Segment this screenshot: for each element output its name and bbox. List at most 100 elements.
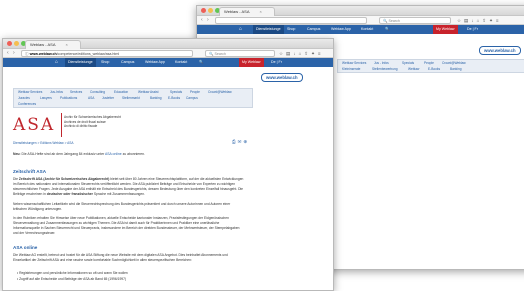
- language-switch[interactable]: De | Fr: [467, 25, 478, 34]
- address-bar: ‹ › ⓘ www.weblaw.ch/competence/editions_…: [3, 49, 333, 58]
- para1-lead: Die: [13, 177, 18, 181]
- close-tab-icon[interactable]: ×: [260, 9, 262, 14]
- logo-divider: [61, 113, 62, 137]
- search-icon[interactable]: 🔍: [385, 25, 389, 34]
- minimize-window-icon[interactable]: [208, 8, 213, 13]
- close-tab-icon[interactable]: ×: [66, 42, 68, 47]
- subnav-conferences[interactable]: Conferences: [18, 101, 36, 107]
- nav-item-dienstleistungen[interactable]: Dienstleistunge: [253, 25, 284, 34]
- subnav-ebooks[interactable]: E-Books: [428, 66, 440, 72]
- search-placeholder: Search: [388, 19, 400, 23]
- close-window-icon[interactable]: [7, 41, 12, 46]
- sub-navigation: Weblaw Services Jus - Infos Specials Peo…: [337, 59, 524, 73]
- close-window-icon[interactable]: [201, 8, 206, 13]
- my-weblaw-button[interactable]: My Weblaw: [239, 58, 264, 67]
- subnav-banking[interactable]: Banking: [450, 66, 462, 72]
- breadcrumb[interactable]: Dienstleistungen > Editions Weblaw > ASA: [13, 141, 74, 145]
- language-switch[interactable]: De | Fr: [271, 58, 282, 67]
- list-item: • Registrierungen und persönliche Inform…: [17, 271, 128, 275]
- nav-item-campus[interactable]: Campus: [121, 58, 134, 67]
- search-field[interactable]: 🔍 Search: [205, 50, 275, 57]
- url-path: /competence/editions_weblaw/asa.html: [56, 52, 120, 56]
- minimize-window-icon[interactable]: [14, 41, 19, 46]
- subnav-stellenbewerbung[interactable]: Stellenbewerbung: [372, 66, 398, 72]
- tab-title: Weblaw - ASA: [30, 42, 56, 47]
- nav-item-kontakt[interactable]: Kontakt: [361, 25, 373, 34]
- weblaw-link[interactable]: www.weblaw.ch: [261, 73, 303, 82]
- share-icon[interactable]: ⇪: [482, 17, 486, 24]
- nav-item-kontakt[interactable]: Kontakt: [175, 58, 187, 67]
- sub-navigation: Weblaw Services Jus-Infos Services Consu…: [13, 88, 253, 108]
- menu-icon[interactable]: ≡: [318, 50, 321, 57]
- mail-icon[interactable]: ✉: [238, 139, 242, 145]
- download-icon[interactable]: ↓: [293, 50, 295, 57]
- paragraph-3: In den Rubriken erhalten Sie Hinweise üb…: [13, 216, 240, 235]
- forward-icon[interactable]: ›: [207, 16, 209, 25]
- reading-list-icon[interactable]: ▤: [286, 50, 290, 57]
- print-icon[interactable]: ⎙: [232, 139, 236, 145]
- heading-zeitschrift-asa: Zeitschrift ASA: [13, 169, 47, 174]
- tab-title: Weblaw - ASA: [224, 9, 250, 14]
- download-icon[interactable]: ↓: [471, 17, 473, 24]
- title-bar[interactable]: Weblaw - ASA ×: [197, 6, 524, 16]
- extension-icon[interactable]: ✦: [311, 50, 315, 57]
- asa-logo: ASA: [13, 115, 56, 135]
- asa-online-link[interactable]: ASA online: [105, 152, 122, 156]
- url-field[interactable]: ⓘ www.weblaw.ch/competence/editions_webl…: [21, 50, 193, 57]
- weblaw-link[interactable]: www.weblaw.ch: [479, 46, 521, 55]
- share-icon[interactable]: ⊕: [243, 139, 247, 145]
- nav-item-weblaw-app[interactable]: Weblaw App: [145, 58, 165, 67]
- forward-icon[interactable]: ›: [13, 49, 15, 58]
- heading-asa-online: ASA online: [13, 245, 38, 250]
- new-text: Die ASA-Hefte sind ab dem Jahrgang 84 ex…: [21, 152, 105, 156]
- nav-item-campus[interactable]: Campus: [307, 25, 320, 34]
- subtitle-line: Archiv für Schweizerisches Abgaberecht: [64, 115, 121, 119]
- para1-end: Sprache mit Zusammenfassungen.: [93, 192, 145, 196]
- my-weblaw-button[interactable]: My Weblaw: [433, 25, 458, 34]
- nav-item-shop[interactable]: Shop: [101, 58, 109, 67]
- star-icon[interactable]: ☆: [457, 17, 461, 24]
- nav-item-shop[interactable]: Shop: [287, 25, 295, 34]
- bullet-text: Registrierungen und persönliche Informat…: [19, 271, 128, 275]
- subnav-kleininserate[interactable]: Kleininserate: [342, 66, 360, 72]
- para1-bold: Zeitschrift ASA (Archiv für Schweizerisc…: [18, 177, 110, 181]
- new-suffix: zu abonnieren.: [122, 152, 145, 156]
- paragraph-4: Die Weblaw AG erstellt, betreut und host…: [13, 253, 228, 262]
- address-bar: ‹ › 🔍 Search ☆ ▤ ↓ ⌂ ⇪ ✦ ≡: [197, 16, 524, 25]
- menu-icon[interactable]: ≡: [496, 17, 499, 24]
- para1-bold2: deutscher oder französischer: [46, 192, 93, 196]
- back-icon[interactable]: ‹: [201, 16, 203, 25]
- extension-icon[interactable]: ✦: [489, 17, 493, 24]
- paragraph-1: Die Zeitschrift ASA (Archiv für Schweize…: [13, 177, 245, 197]
- browser-tab[interactable]: Weblaw - ASA ×: [219, 7, 275, 16]
- site-nav: ⌂ Dienstleistunge Shop Campus Weblaw App…: [197, 25, 524, 34]
- subtitle-line: Archivio di diritto fiscale: [64, 124, 98, 129]
- browser-tab[interactable]: Weblaw - ASA ×: [25, 40, 81, 49]
- house-icon[interactable]: ⌂: [239, 25, 242, 34]
- nav-item-dienstleistungen[interactable]: Dienstleistunge: [65, 58, 96, 67]
- url-host: www.weblaw.ch: [29, 52, 57, 56]
- list-item: • Zugriff auf alle Entscheide und Beiträ…: [17, 277, 127, 281]
- search-icon[interactable]: 🔍: [199, 58, 203, 67]
- asa-subtitle: Archiv für Schweizerisches Abgaberecht A…: [64, 115, 121, 129]
- title-bar[interactable]: Weblaw - ASA ×: [3, 39, 333, 49]
- new-notice: Neu: Die ASA-Hefte sind ab dem Jahrgang …: [13, 152, 145, 156]
- browser-window-front[interactable]: Weblaw - ASA × ‹ › ⓘ www.weblaw.ch/compet…: [2, 38, 334, 291]
- house-icon[interactable]: ⌂: [55, 58, 58, 67]
- star-icon[interactable]: ☆: [279, 50, 283, 57]
- nav-item-weblaw-app[interactable]: Weblaw App: [331, 25, 351, 34]
- search-field[interactable]: 🔍 Search: [379, 17, 451, 24]
- lock-icon: ⓘ: [25, 52, 29, 56]
- url-field[interactable]: [215, 17, 367, 24]
- back-icon[interactable]: ‹: [7, 49, 9, 58]
- bullet-text: Zugriff auf alle Entscheide und Beiträge…: [19, 277, 127, 281]
- home-icon[interactable]: ⌂: [299, 50, 302, 57]
- subnav-weblaw[interactable]: Weblaw: [408, 66, 419, 72]
- search-placeholder: Search: [214, 52, 226, 56]
- new-label: Neu:: [13, 152, 21, 156]
- paragraph-2: Neben wissenschaftlichen Leitartikeln wi…: [13, 202, 231, 211]
- site-nav: ⌂ Dienstleistunge Shop Campus Weblaw App…: [3, 58, 333, 67]
- home-icon[interactable]: ⌂: [477, 17, 480, 24]
- reading-list-icon[interactable]: ▤: [464, 17, 468, 24]
- share-icon[interactable]: ⇪: [304, 50, 308, 57]
